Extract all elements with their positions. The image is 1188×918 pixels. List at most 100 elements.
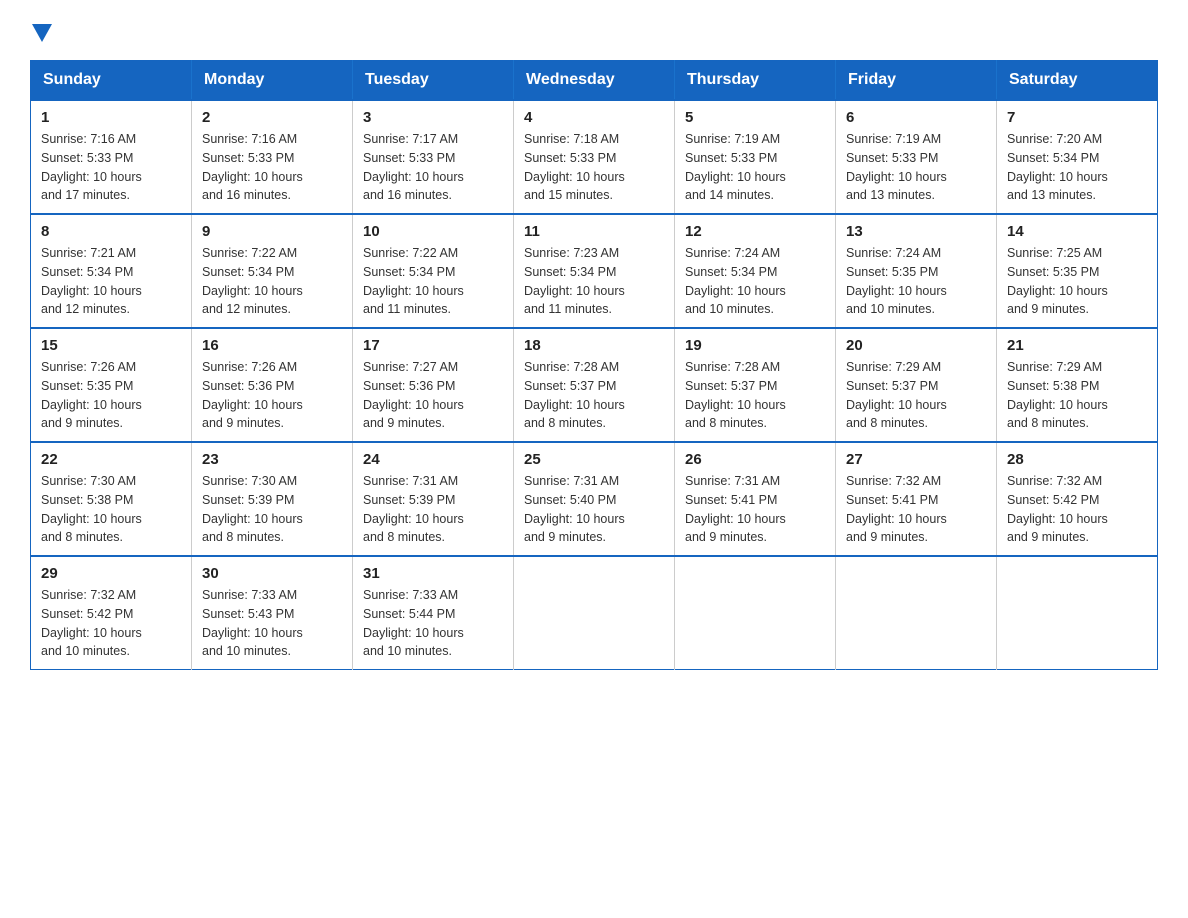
weekday-header: Tuesday (353, 61, 514, 101)
day-number: 10 (363, 223, 503, 240)
calendar-cell: 8 Sunrise: 7:21 AMSunset: 5:34 PMDayligh… (31, 214, 192, 328)
day-info: Sunrise: 7:16 AMSunset: 5:33 PMDaylight:… (41, 132, 142, 202)
day-info: Sunrise: 7:26 AMSunset: 5:35 PMDaylight:… (41, 360, 142, 430)
calendar-cell: 1 Sunrise: 7:16 AMSunset: 5:33 PMDayligh… (31, 100, 192, 214)
day-info: Sunrise: 7:28 AMSunset: 5:37 PMDaylight:… (524, 360, 625, 430)
day-info: Sunrise: 7:28 AMSunset: 5:37 PMDaylight:… (685, 360, 786, 430)
calendar-week-row: 15 Sunrise: 7:26 AMSunset: 5:35 PMDaylig… (31, 328, 1158, 442)
calendar-cell: 26 Sunrise: 7:31 AMSunset: 5:41 PMDaylig… (675, 442, 836, 556)
day-number: 16 (202, 337, 342, 354)
day-info: Sunrise: 7:20 AMSunset: 5:34 PMDaylight:… (1007, 132, 1108, 202)
calendar-header-row: SundayMondayTuesdayWednesdayThursdayFrid… (31, 61, 1158, 101)
day-info: Sunrise: 7:32 AMSunset: 5:42 PMDaylight:… (1007, 474, 1108, 544)
calendar-cell (836, 556, 997, 670)
calendar-cell: 9 Sunrise: 7:22 AMSunset: 5:34 PMDayligh… (192, 214, 353, 328)
calendar-cell: 28 Sunrise: 7:32 AMSunset: 5:42 PMDaylig… (997, 442, 1158, 556)
day-info: Sunrise: 7:24 AMSunset: 5:34 PMDaylight:… (685, 246, 786, 316)
day-number: 30 (202, 565, 342, 582)
day-number: 17 (363, 337, 503, 354)
day-number: 3 (363, 109, 503, 126)
weekday-header: Wednesday (514, 61, 675, 101)
day-info: Sunrise: 7:31 AMSunset: 5:40 PMDaylight:… (524, 474, 625, 544)
calendar-cell: 18 Sunrise: 7:28 AMSunset: 5:37 PMDaylig… (514, 328, 675, 442)
calendar-week-row: 29 Sunrise: 7:32 AMSunset: 5:42 PMDaylig… (31, 556, 1158, 670)
calendar-cell: 22 Sunrise: 7:30 AMSunset: 5:38 PMDaylig… (31, 442, 192, 556)
weekday-header: Monday (192, 61, 353, 101)
day-info: Sunrise: 7:31 AMSunset: 5:39 PMDaylight:… (363, 474, 464, 544)
calendar-cell: 5 Sunrise: 7:19 AMSunset: 5:33 PMDayligh… (675, 100, 836, 214)
day-number: 13 (846, 223, 986, 240)
calendar-cell: 23 Sunrise: 7:30 AMSunset: 5:39 PMDaylig… (192, 442, 353, 556)
calendar-cell: 7 Sunrise: 7:20 AMSunset: 5:34 PMDayligh… (997, 100, 1158, 214)
logo-triangle-icon (32, 24, 52, 42)
day-number: 24 (363, 451, 503, 468)
day-info: Sunrise: 7:24 AMSunset: 5:35 PMDaylight:… (846, 246, 947, 316)
calendar-cell: 30 Sunrise: 7:33 AMSunset: 5:43 PMDaylig… (192, 556, 353, 670)
day-number: 2 (202, 109, 342, 126)
calendar-cell: 12 Sunrise: 7:24 AMSunset: 5:34 PMDaylig… (675, 214, 836, 328)
calendar-cell: 3 Sunrise: 7:17 AMSunset: 5:33 PMDayligh… (353, 100, 514, 214)
day-number: 21 (1007, 337, 1147, 354)
calendar-cell: 21 Sunrise: 7:29 AMSunset: 5:38 PMDaylig… (997, 328, 1158, 442)
calendar-week-row: 8 Sunrise: 7:21 AMSunset: 5:34 PMDayligh… (31, 214, 1158, 328)
day-number: 28 (1007, 451, 1147, 468)
day-info: Sunrise: 7:29 AMSunset: 5:37 PMDaylight:… (846, 360, 947, 430)
day-info: Sunrise: 7:23 AMSunset: 5:34 PMDaylight:… (524, 246, 625, 316)
day-number: 5 (685, 109, 825, 126)
day-info: Sunrise: 7:17 AMSunset: 5:33 PMDaylight:… (363, 132, 464, 202)
calendar-week-row: 22 Sunrise: 7:30 AMSunset: 5:38 PMDaylig… (31, 442, 1158, 556)
day-number: 9 (202, 223, 342, 240)
day-number: 29 (41, 565, 181, 582)
calendar-cell (675, 556, 836, 670)
weekday-header: Sunday (31, 61, 192, 101)
day-number: 7 (1007, 109, 1147, 126)
day-info: Sunrise: 7:30 AMSunset: 5:38 PMDaylight:… (41, 474, 142, 544)
day-info: Sunrise: 7:25 AMSunset: 5:35 PMDaylight:… (1007, 246, 1108, 316)
calendar-cell: 13 Sunrise: 7:24 AMSunset: 5:35 PMDaylig… (836, 214, 997, 328)
day-info: Sunrise: 7:29 AMSunset: 5:38 PMDaylight:… (1007, 360, 1108, 430)
calendar-cell: 19 Sunrise: 7:28 AMSunset: 5:37 PMDaylig… (675, 328, 836, 442)
day-info: Sunrise: 7:27 AMSunset: 5:36 PMDaylight:… (363, 360, 464, 430)
day-number: 23 (202, 451, 342, 468)
weekday-header: Saturday (997, 61, 1158, 101)
day-number: 19 (685, 337, 825, 354)
calendar-cell: 29 Sunrise: 7:32 AMSunset: 5:42 PMDaylig… (31, 556, 192, 670)
day-number: 12 (685, 223, 825, 240)
day-number: 6 (846, 109, 986, 126)
day-info: Sunrise: 7:31 AMSunset: 5:41 PMDaylight:… (685, 474, 786, 544)
calendar-cell: 10 Sunrise: 7:22 AMSunset: 5:34 PMDaylig… (353, 214, 514, 328)
day-info: Sunrise: 7:32 AMSunset: 5:41 PMDaylight:… (846, 474, 947, 544)
day-info: Sunrise: 7:33 AMSunset: 5:44 PMDaylight:… (363, 588, 464, 658)
day-info: Sunrise: 7:30 AMSunset: 5:39 PMDaylight:… (202, 474, 303, 544)
day-info: Sunrise: 7:16 AMSunset: 5:33 PMDaylight:… (202, 132, 303, 202)
day-number: 27 (846, 451, 986, 468)
calendar-cell: 25 Sunrise: 7:31 AMSunset: 5:40 PMDaylig… (514, 442, 675, 556)
day-info: Sunrise: 7:26 AMSunset: 5:36 PMDaylight:… (202, 360, 303, 430)
calendar-cell: 17 Sunrise: 7:27 AMSunset: 5:36 PMDaylig… (353, 328, 514, 442)
calendar-cell: 15 Sunrise: 7:26 AMSunset: 5:35 PMDaylig… (31, 328, 192, 442)
day-info: Sunrise: 7:19 AMSunset: 5:33 PMDaylight:… (846, 132, 947, 202)
calendar-cell: 14 Sunrise: 7:25 AMSunset: 5:35 PMDaylig… (997, 214, 1158, 328)
day-info: Sunrise: 7:32 AMSunset: 5:42 PMDaylight:… (41, 588, 142, 658)
day-number: 15 (41, 337, 181, 354)
day-number: 8 (41, 223, 181, 240)
day-number: 31 (363, 565, 503, 582)
calendar-cell: 24 Sunrise: 7:31 AMSunset: 5:39 PMDaylig… (353, 442, 514, 556)
calendar-cell: 31 Sunrise: 7:33 AMSunset: 5:44 PMDaylig… (353, 556, 514, 670)
day-number: 26 (685, 451, 825, 468)
day-number: 22 (41, 451, 181, 468)
weekday-header: Friday (836, 61, 997, 101)
day-info: Sunrise: 7:18 AMSunset: 5:33 PMDaylight:… (524, 132, 625, 202)
day-info: Sunrise: 7:22 AMSunset: 5:34 PMDaylight:… (202, 246, 303, 316)
calendar-table: SundayMondayTuesdayWednesdayThursdayFrid… (30, 60, 1158, 670)
calendar-cell (514, 556, 675, 670)
calendar-cell: 11 Sunrise: 7:23 AMSunset: 5:34 PMDaylig… (514, 214, 675, 328)
day-info: Sunrise: 7:33 AMSunset: 5:43 PMDaylight:… (202, 588, 303, 658)
day-number: 14 (1007, 223, 1147, 240)
day-number: 18 (524, 337, 664, 354)
calendar-cell: 6 Sunrise: 7:19 AMSunset: 5:33 PMDayligh… (836, 100, 997, 214)
calendar-cell (997, 556, 1158, 670)
calendar-week-row: 1 Sunrise: 7:16 AMSunset: 5:33 PMDayligh… (31, 100, 1158, 214)
day-number: 20 (846, 337, 986, 354)
calendar-cell: 20 Sunrise: 7:29 AMSunset: 5:37 PMDaylig… (836, 328, 997, 442)
